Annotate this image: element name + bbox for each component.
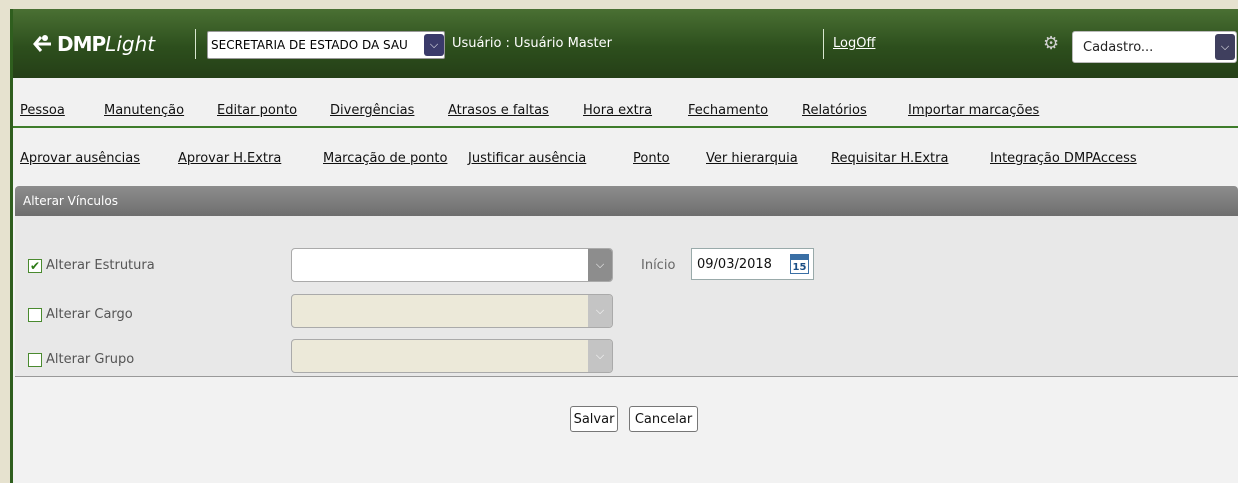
calendar-day: 15	[792, 262, 807, 273]
inicio-date-input[interactable]: 09/03/2018 15	[691, 248, 814, 280]
dmplight-logo: DMP Light	[31, 29, 155, 59]
chevron-down-icon: ⌵	[588, 295, 612, 327]
logo-text-italic: Light	[105, 32, 156, 56]
menu-relatorios[interactable]: Relatórios	[802, 103, 867, 118]
alterar-estrutura-checkbox[interactable]: ✔	[28, 258, 42, 273]
menu-aprovar-hextra[interactable]: Aprovar H.Extra	[178, 151, 281, 166]
menu-divergencias[interactable]: Divergências	[330, 103, 414, 118]
inicio-date-value: 09/03/2018	[697, 256, 772, 272]
chevron-down-icon[interactable]: ⌵	[424, 34, 444, 56]
menu-hora-extra[interactable]: Hora extra	[583, 103, 652, 118]
app-window: DMP Light SECRETARIA DE ESTADO DA SAU ⌵ …	[10, 9, 1238, 483]
logoff-link[interactable]: LogOff	[833, 36, 875, 51]
alterar-cargo-checkbox[interactable]	[28, 307, 42, 322]
chevron-down-icon: ⌵	[588, 340, 612, 372]
menu-requisitar-hextra[interactable]: Requisitar H.Extra	[831, 151, 948, 166]
menu-editar-ponto[interactable]: Editar ponto	[217, 103, 297, 118]
inicio-label: Início	[641, 258, 676, 273]
menu-integracao-dmpaccess[interactable]: Integração DMPAccess	[990, 151, 1137, 166]
grupo-select: ⌵	[291, 339, 613, 373]
user-label: Usuário : Usuário Master	[452, 36, 612, 51]
cancel-button[interactable]: Cancelar	[629, 406, 698, 432]
menu-ver-hierarquia[interactable]: Ver hierarquia	[706, 151, 798, 166]
form-panel: ✔ Alterar Estrutura ⌵ Início 09/03/2018 …	[15, 216, 1238, 377]
logo-arrow-icon	[33, 35, 51, 52]
organization-select[interactable]: SECRETARIA DE ESTADO DA SAU ⌵	[207, 31, 445, 59]
alterar-cargo-label: Alterar Cargo	[46, 307, 133, 322]
primary-menu: Pessoa Manutenção Editar ponto Divergênc…	[13, 78, 1238, 128]
estrutura-select[interactable]: ⌵	[291, 248, 613, 282]
panel-title: Alterar Vínculos	[15, 186, 1238, 216]
alterar-cargo-row[interactable]: Alterar Cargo	[28, 307, 133, 322]
chevron-down-icon[interactable]: ⌵	[588, 249, 612, 281]
menu-pessoa[interactable]: Pessoa	[20, 103, 65, 118]
header-divider	[195, 29, 196, 59]
menu-manutencao[interactable]: Manutenção	[104, 103, 184, 118]
calendar-icon[interactable]: 15	[790, 254, 809, 274]
secondary-menu: Aprovar ausências Aprovar H.Extra Marcaç…	[13, 130, 1238, 185]
form-actions: Salvar Cancelar	[15, 378, 1238, 483]
alterar-estrutura-label: Alterar Estrutura	[46, 258, 155, 273]
organization-select-value: SECRETARIA DE ESTADO DA SAU	[211, 38, 408, 52]
chevron-down-icon[interactable]: ⌵	[1215, 34, 1235, 60]
alterar-grupo-row[interactable]: Alterar Grupo	[28, 352, 134, 367]
menu-ponto[interactable]: Ponto	[633, 151, 670, 166]
menu-atrasos-faltas[interactable]: Atrasos e faltas	[448, 103, 549, 118]
cadastro-select[interactable]: Cadastro... ⌵	[1072, 31, 1237, 63]
cadastro-select-value: Cadastro...	[1083, 39, 1154, 55]
menu-fechamento[interactable]: Fechamento	[688, 103, 768, 118]
alterar-estrutura-row[interactable]: ✔ Alterar Estrutura	[28, 258, 155, 273]
header-divider	[823, 29, 824, 59]
menu-importar-marcacoes[interactable]: Importar marcações	[908, 103, 1039, 118]
top-header: DMP Light SECRETARIA DE ESTADO DA SAU ⌵ …	[13, 9, 1238, 78]
logo-text-bold: DMP	[57, 32, 106, 56]
cargo-select: ⌵	[291, 294, 613, 328]
gear-icon[interactable]: ⚙	[1043, 35, 1059, 53]
menu-aprovar-ausencias[interactable]: Aprovar ausências	[20, 151, 140, 166]
save-button[interactable]: Salvar	[570, 406, 618, 432]
alterar-grupo-label: Alterar Grupo	[46, 352, 135, 367]
alterar-grupo-checkbox[interactable]	[28, 352, 42, 367]
menu-marcacao-ponto[interactable]: Marcação de ponto	[323, 151, 447, 166]
menu-justificar-ausencia[interactable]: Justificar ausência	[468, 151, 586, 166]
